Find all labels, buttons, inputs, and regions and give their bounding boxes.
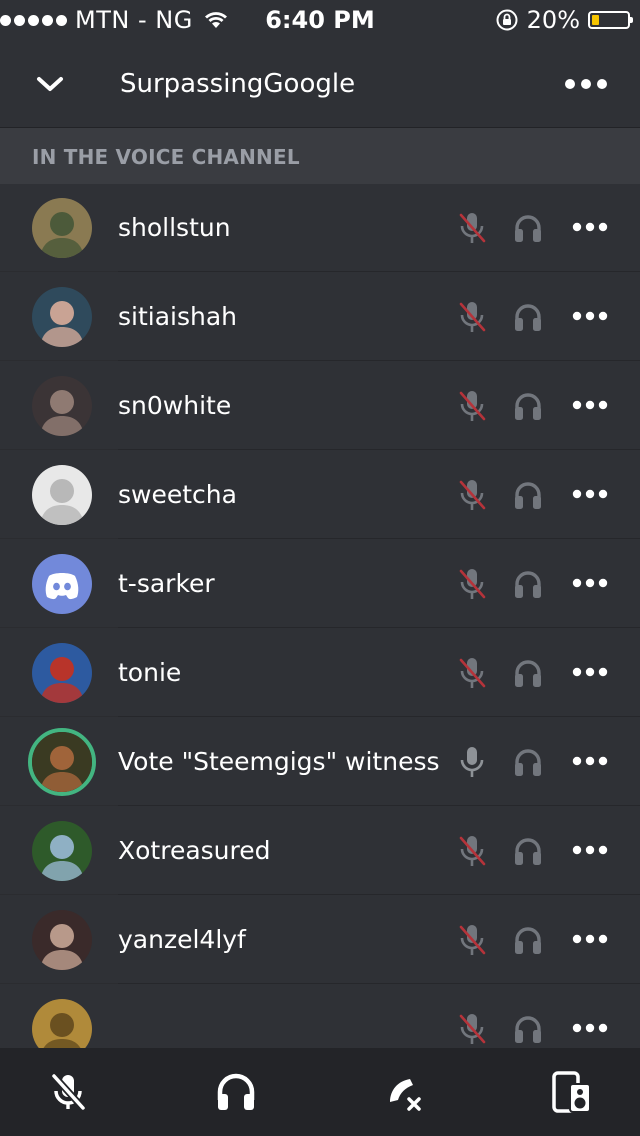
headphones-icon bbox=[513, 1013, 543, 1045]
mic-muted-icon bbox=[458, 211, 486, 245]
headphones-icon bbox=[513, 835, 543, 867]
member-username: yanzel4lyf bbox=[118, 925, 246, 954]
avatar[interactable] bbox=[32, 821, 92, 881]
headphones-icon bbox=[513, 568, 543, 600]
member-more-options-icon[interactable] bbox=[572, 664, 608, 680]
channel-title: SurpassingGoogle bbox=[120, 69, 356, 99]
section-header-voice-channel: IN THE VOICE CHANNEL bbox=[0, 128, 640, 184]
member-row[interactable]: sitiaishah bbox=[0, 272, 640, 361]
channel-header: SurpassingGoogle bbox=[0, 40, 640, 128]
member-row[interactable]: sweetcha bbox=[0, 450, 640, 539]
headphones-icon bbox=[513, 924, 543, 956]
member-username: sweetcha bbox=[118, 480, 237, 509]
avatar[interactable] bbox=[28, 728, 96, 796]
avatar[interactable] bbox=[32, 287, 92, 347]
mic-icon bbox=[458, 745, 486, 779]
avatar[interactable] bbox=[32, 643, 92, 703]
avatar[interactable] bbox=[32, 376, 92, 436]
member-row[interactable]: sn0white bbox=[0, 361, 640, 450]
headphones-icon bbox=[513, 657, 543, 689]
mic-muted-icon bbox=[458, 389, 486, 423]
headphones-icon bbox=[513, 212, 543, 244]
member-more-options-icon[interactable] bbox=[572, 842, 608, 858]
headphones-icon[interactable] bbox=[214, 1070, 258, 1114]
avatar[interactable] bbox=[32, 999, 92, 1049]
mic-muted-icon bbox=[458, 567, 486, 601]
headphones-icon bbox=[513, 479, 543, 511]
member-more-options-icon[interactable] bbox=[572, 931, 608, 947]
orientation-lock-icon bbox=[496, 9, 518, 31]
member-username: Vote "Steemgigs" witness bbox=[118, 747, 440, 776]
member-row[interactable]: yanzel4lyf bbox=[0, 895, 640, 984]
member-username: sitiaishah bbox=[118, 302, 238, 331]
member-row[interactable]: tonie bbox=[0, 628, 640, 717]
discord-default-avatar[interactable] bbox=[32, 554, 92, 614]
headphones-icon bbox=[513, 746, 543, 778]
mic-muted-icon bbox=[458, 656, 486, 690]
mute-mic-icon[interactable] bbox=[46, 1070, 90, 1114]
member-more-options-icon[interactable] bbox=[572, 219, 608, 235]
member-username: shollstun bbox=[118, 213, 231, 242]
headphones-icon bbox=[513, 301, 543, 333]
mic-muted-icon bbox=[458, 834, 486, 868]
avatar[interactable] bbox=[32, 910, 92, 970]
end-call-icon[interactable] bbox=[382, 1070, 426, 1114]
headphones-icon bbox=[513, 390, 543, 422]
member-more-options-icon[interactable] bbox=[572, 575, 608, 591]
member-more-options-icon[interactable] bbox=[572, 397, 608, 413]
battery-percent: 20% bbox=[526, 6, 580, 34]
member-more-options-icon[interactable] bbox=[572, 308, 608, 324]
battery-icon bbox=[588, 11, 633, 29]
more-options-icon[interactable] bbox=[562, 70, 610, 98]
member-username: sn0white bbox=[118, 391, 232, 420]
member-more-options-icon[interactable] bbox=[572, 486, 608, 502]
avatar[interactable] bbox=[32, 198, 92, 258]
avatar[interactable] bbox=[32, 465, 92, 525]
member-row[interactable]: t-sarker bbox=[0, 539, 640, 628]
speaker-device-icon[interactable] bbox=[550, 1070, 594, 1114]
voice-controls-bar bbox=[0, 1048, 640, 1136]
member-more-options-icon[interactable] bbox=[572, 1020, 608, 1036]
mic-muted-icon bbox=[458, 300, 486, 334]
member-username: Xotreasured bbox=[118, 836, 271, 865]
battery-level-fill bbox=[592, 15, 599, 25]
member-username: t-sarker bbox=[118, 569, 215, 598]
mic-muted-icon bbox=[458, 478, 486, 512]
status-right: 20% bbox=[495, 0, 633, 40]
chevron-down-icon[interactable] bbox=[32, 68, 68, 100]
member-row[interactable]: shollstun bbox=[0, 183, 640, 272]
member-row[interactable]: Vote "Steemgigs" witness bbox=[0, 717, 640, 806]
member-more-options-icon[interactable] bbox=[572, 753, 608, 769]
member-row[interactable] bbox=[0, 984, 640, 1049]
mic-muted-icon bbox=[458, 923, 486, 957]
voice-member-list[interactable]: sababshollstunsitiaishahsn0whitesweetcha… bbox=[0, 139, 640, 1049]
member-row[interactable]: Xotreasured bbox=[0, 806, 640, 895]
status-bar: MTN - NG 6:40 PM 20% bbox=[0, 0, 640, 40]
member-username: tonie bbox=[118, 658, 182, 687]
mic-muted-icon bbox=[458, 1012, 486, 1046]
